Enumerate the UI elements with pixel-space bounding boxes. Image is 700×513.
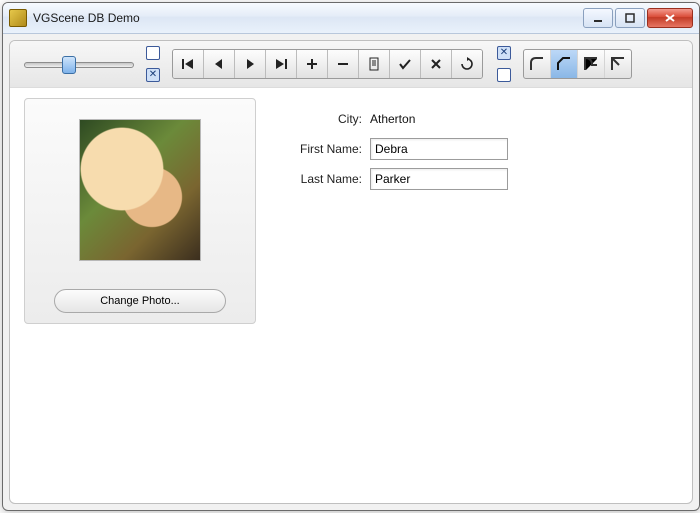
slider-track: [24, 62, 134, 68]
change-photo-label: Change Photo...: [100, 295, 180, 307]
nav-cancel-button[interactable]: [421, 50, 452, 78]
first-name-input[interactable]: [370, 138, 508, 160]
nav-first-button[interactable]: [173, 50, 204, 78]
contact-photo: [79, 119, 201, 261]
corner-round-icon: [528, 55, 546, 73]
last-icon: [274, 58, 288, 70]
option-check-top-right[interactable]: [497, 46, 511, 60]
corner-style-3[interactable]: [578, 50, 605, 78]
minus-icon: [337, 58, 349, 70]
first-icon: [181, 58, 195, 70]
close-icon: [664, 13, 676, 23]
corner-style-2[interactable]: [551, 50, 578, 78]
content-area: Change Photo... City: Atherton First Nam…: [10, 88, 692, 503]
close-button[interactable]: [647, 8, 693, 28]
main-panel: Change Photo... City: Atherton First Nam…: [9, 40, 693, 504]
minimize-button[interactable]: [583, 8, 613, 28]
option-check-top-left[interactable]: [146, 46, 160, 60]
app-window: VGScene DB Demo: [2, 2, 700, 511]
plus-icon: [306, 58, 318, 70]
corner-style-4[interactable]: [605, 50, 631, 78]
nav-edit-button[interactable]: [359, 50, 390, 78]
nav-insert-button[interactable]: [297, 50, 328, 78]
city-label: City:: [282, 112, 362, 126]
corner-inner-line-icon: [609, 55, 627, 73]
nav-prev-button[interactable]: [204, 50, 235, 78]
maximize-icon: [625, 13, 635, 23]
position-slider[interactable]: [24, 54, 134, 74]
checkbox-col-right: [497, 46, 511, 82]
option-check-bottom-left[interactable]: [146, 68, 160, 82]
x-icon: [430, 58, 442, 70]
corner-bevel-icon: [555, 55, 573, 73]
window-title: VGScene DB Demo: [33, 11, 583, 25]
check-icon: [398, 58, 412, 70]
nav-next-button[interactable]: [235, 50, 266, 78]
row-last-name: Last Name:: [282, 164, 508, 194]
city-value: Atherton: [370, 112, 415, 126]
fields-area: City: Atherton First Name: Last Name:: [282, 98, 508, 194]
minimize-icon: [593, 13, 603, 23]
first-name-label: First Name:: [282, 142, 362, 156]
corner-inner-round-icon: [582, 55, 600, 73]
nav-last-button[interactable]: [266, 50, 297, 78]
corner-style-selector: [523, 49, 632, 79]
nav-refresh-button[interactable]: [452, 50, 482, 78]
checkbox-col-left: [146, 46, 160, 82]
row-city: City: Atherton: [282, 104, 508, 134]
change-photo-button[interactable]: Change Photo...: [54, 289, 226, 313]
option-check-bottom-right[interactable]: [497, 68, 511, 82]
photo-card: Change Photo...: [24, 98, 256, 324]
nav-delete-button[interactable]: [328, 50, 359, 78]
maximize-button[interactable]: [615, 8, 645, 28]
last-name-input[interactable]: [370, 168, 508, 190]
app-icon: [9, 9, 27, 27]
prev-icon: [213, 58, 225, 70]
nav-post-button[interactable]: [390, 50, 421, 78]
document-icon: [368, 57, 380, 71]
title-bar[interactable]: VGScene DB Demo: [3, 3, 699, 34]
slider-thumb[interactable]: [62, 56, 76, 74]
client-area: Change Photo... City: Atherton First Nam…: [3, 34, 699, 510]
last-name-label: Last Name:: [282, 172, 362, 186]
window-buttons: [583, 8, 693, 28]
next-icon: [244, 58, 256, 70]
corner-style-1[interactable]: [524, 50, 551, 78]
row-first-name: First Name:: [282, 134, 508, 164]
toolbar: [10, 41, 692, 88]
db-navigator: [172, 49, 483, 79]
refresh-icon: [460, 57, 474, 71]
